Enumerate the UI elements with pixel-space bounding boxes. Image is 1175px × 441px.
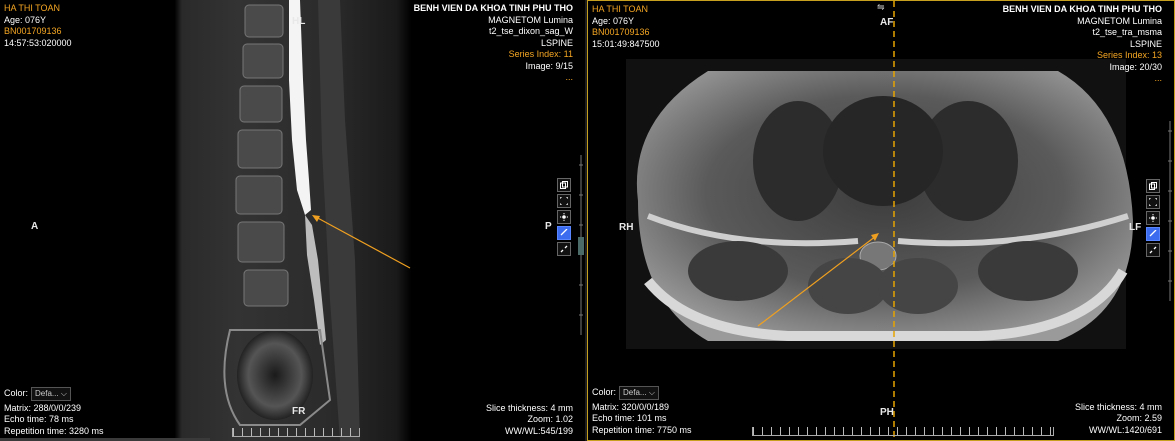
viewport-toolbar (1146, 179, 1160, 257)
repetition-time: Repetition time: 7750 ms (592, 424, 692, 435)
orientation-right: LF (1129, 222, 1142, 233)
unlink-icon[interactable] (557, 242, 571, 256)
patient-info-topleft: HA THI TOAN Age: 076Y BN001709136 15:01:… (592, 4, 660, 50)
link-icon[interactable] (557, 226, 571, 240)
patient-age: Age: 076Y (592, 15, 635, 26)
image-scrollbar[interactable] (577, 155, 585, 335)
scale-ruler (752, 427, 1054, 436)
orientation-bottom: FR (292, 406, 306, 417)
acquisition-info-bottomleft: Color: Defa... ⌵ Matrix: 288/0/0/239 Echo… (4, 386, 104, 438)
orientation-bottom: PH (880, 407, 894, 418)
copy-icon[interactable] (557, 178, 571, 192)
display-info-bottomright: Slice thickness: 4 mm Zoom: 2.59 WW/WL:1… (1075, 402, 1162, 437)
more-info-button[interactable]: ... (1003, 73, 1162, 85)
acquisition-time: 15:01:49:847500 (592, 38, 660, 49)
fit-icon[interactable] (1146, 195, 1160, 209)
unlink-icon[interactable] (1146, 243, 1160, 257)
brightness-icon[interactable] (1146, 211, 1160, 225)
zoom-level: Zoom: 2.59 (1116, 413, 1162, 423)
orientation-left: RH (619, 222, 634, 233)
image-index: Image: 9/15 (525, 60, 573, 71)
brightness-icon[interactable] (557, 210, 571, 224)
orientation-top: HL (292, 16, 306, 27)
body-part: LSPINE (1129, 38, 1162, 49)
slice-thickness: Slice thickness: 4 mm (485, 402, 573, 413)
patient-id: BN001709136 (592, 27, 650, 37)
series-index: Series Index: 11 (508, 49, 573, 59)
matrix: Matrix: 288/0/0/239 (4, 402, 82, 413)
patient-name: HA THI TOAN (592, 4, 649, 14)
orientation-right: P (545, 221, 552, 232)
echo-time: Echo time: 101 ms (592, 413, 667, 423)
image-index: Image: 20/30 (1109, 61, 1162, 72)
patient-age: Age: 076Y (4, 14, 47, 25)
matrix: Matrix: 320/0/0/189 (592, 401, 670, 412)
image-scrollbar[interactable] (1166, 121, 1174, 301)
patient-info-topleft: HA THI TOAN Age: 076Y BN001709136 14:57:… (4, 3, 72, 49)
scanner-model: MAGNETOM Lumina (488, 14, 573, 25)
scale-ruler (232, 428, 360, 437)
zoom-level: Zoom: 1.02 (527, 414, 573, 424)
study-info-topright: BENH VIEN DA KHOA TINH PHU THO MAGNETOM … (1003, 4, 1162, 85)
color-select[interactable]: Defa... ⌵ (619, 385, 659, 400)
window-level: WW/WL:1420/691 (1088, 424, 1162, 435)
scanner-model: MAGNETOM Lumina (1077, 15, 1162, 26)
link-icon[interactable] (1146, 227, 1160, 241)
echo-time: Echo time: 78 ms (4, 414, 74, 424)
patient-id: BN001709136 (4, 26, 62, 36)
hospital-name: BENH VIEN DA KHOA TINH PHU THO (1002, 4, 1162, 14)
slice-thickness: Slice thickness: 4 mm (1074, 401, 1162, 412)
viewport-sagittal[interactable]: HA THI TOAN Age: 076Y BN001709136 14:57:… (0, 0, 585, 441)
study-info-topright: BENH VIEN DA KHOA TINH PHU THO MAGNETOM … (414, 3, 573, 84)
hospital-name: BENH VIEN DA KHOA TINH PHU THO (413, 3, 573, 13)
patient-name: HA THI TOAN (4, 3, 61, 13)
display-info-bottomright: Slice thickness: 4 mm Zoom: 1.02 WW/WL:5… (486, 403, 573, 438)
fit-icon[interactable] (557, 194, 571, 208)
acquisition-time: 14:57:53:020000 (4, 37, 72, 48)
color-label: Color: (592, 386, 617, 397)
repetition-time: Repetition time: 3280 ms (4, 425, 104, 436)
sync-arrows-icon[interactable]: ⇋ (877, 2, 885, 13)
body-part: LSPINE (540, 37, 573, 48)
sequence-name: t2_tse_dixon_sag_W (488, 26, 573, 36)
acquisition-info-bottomleft: Color: Defa... ⌵ Matrix: 320/0/0/189 Echo… (592, 385, 692, 437)
color-select-value: Defa... (35, 388, 59, 398)
window-level: WW/WL:545/199 (504, 425, 573, 436)
sequence-name: t2_tse_tra_msma (1092, 27, 1162, 37)
copy-icon[interactable] (1146, 179, 1160, 193)
orientation-top: AF (880, 17, 894, 28)
viewport-toolbar (557, 178, 571, 256)
series-index: Series Index: 13 (1096, 50, 1162, 60)
color-select[interactable]: Defa... ⌵ (31, 386, 71, 401)
color-label: Color: (4, 387, 29, 398)
more-info-button[interactable]: ... (414, 72, 573, 84)
viewport-axial[interactable]: HA THI TOAN Age: 076Y BN001709136 15:01:… (587, 0, 1175, 441)
color-select-value: Defa... (623, 387, 647, 397)
orientation-left: A (31, 221, 39, 232)
